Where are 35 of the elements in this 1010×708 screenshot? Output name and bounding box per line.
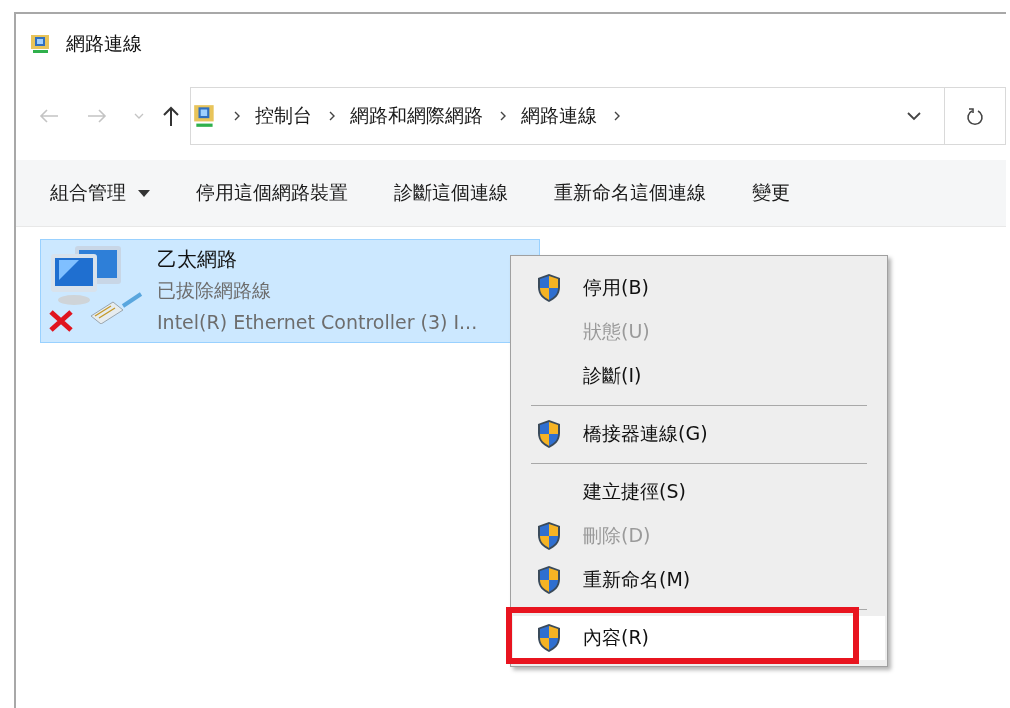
recent-chevron-icon[interactable] <box>134 112 144 120</box>
caret-icon <box>138 189 150 197</box>
up-arrow-icon[interactable] <box>162 105 180 127</box>
menu-item[interactable]: 重新命名(M) <box>513 558 885 602</box>
shield-icon <box>536 419 562 449</box>
connection-tile[interactable]: 乙太網路 已拔除網路線 Intel(R) Ethernet Controller (3) I... <box>40 239 540 343</box>
chevron-right-icon <box>328 110 336 122</box>
command-button[interactable]: 停用這個網路裝置 <box>182 174 374 212</box>
window-title: 網路連線 <box>66 31 142 56</box>
command-button[interactable]: 組合管理 <box>36 174 176 212</box>
refresh-icon <box>966 106 984 126</box>
menu-item[interactable]: 橋接器連線(G) <box>513 412 885 456</box>
chevron-right-icon <box>233 110 241 122</box>
network-folder-icon <box>30 33 52 55</box>
command-button[interactable]: 重新命名這個連線 <box>540 174 732 212</box>
shield-icon <box>536 521 562 551</box>
menu-item[interactable]: 診斷(I) <box>513 354 885 398</box>
dropdown-chevron-icon[interactable] <box>906 111 922 121</box>
connection-name: 乙太網路 <box>157 246 238 273</box>
shield-icon <box>536 623 562 653</box>
breadcrumb-item[interactable]: 網路連線 <box>521 103 597 129</box>
chevron-right-icon <box>499 110 507 122</box>
breadcrumb-item[interactable]: 網路和網際網路 <box>350 103 483 129</box>
network-folder-icon <box>193 103 217 129</box>
adapter-name: Intel(R) Ethernet Controller (3) I... <box>157 310 478 335</box>
breadcrumb-item[interactable]: 控制台 <box>255 103 312 129</box>
command-button[interactable]: 變更 <box>738 174 816 212</box>
menu-item[interactable]: 建立捷徑(S) <box>513 470 885 514</box>
address-bar[interactable]: 控制台 網路和網際網路 網路連線 <box>190 87 1006 145</box>
shield-icon <box>536 273 562 303</box>
chevron-right-icon[interactable] <box>613 110 621 122</box>
connection-status: 已拔除網路線 <box>157 278 272 303</box>
shield-icon <box>536 565 562 595</box>
menu-item[interactable]: 內容(R) <box>513 616 885 660</box>
command-button[interactable]: 診斷這個連線 <box>380 174 534 212</box>
